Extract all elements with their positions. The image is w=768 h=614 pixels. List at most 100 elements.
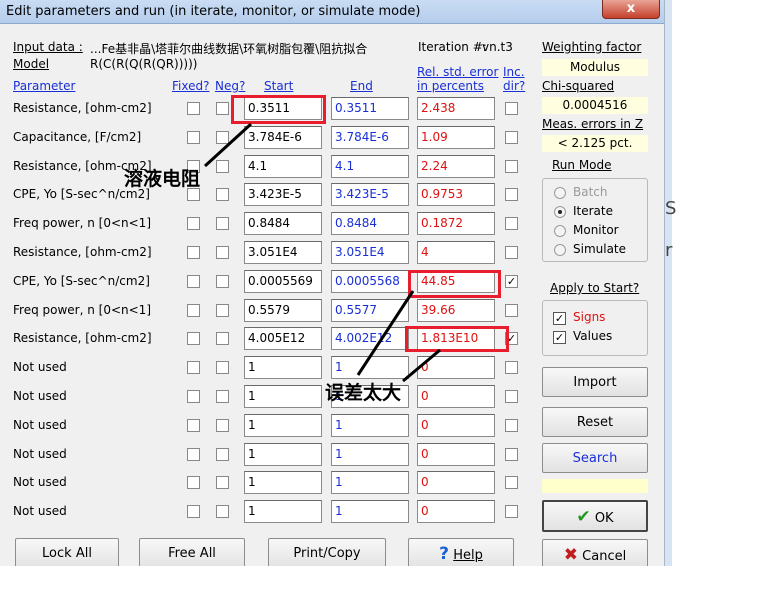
inc-dir-checkbox[interactable] xyxy=(505,217,518,230)
end-value: 3.051E4 xyxy=(331,241,409,264)
inc-dir-checkbox[interactable] xyxy=(505,131,518,144)
start-input[interactable]: 1 xyxy=(244,443,322,466)
cancel-label: Cancel xyxy=(582,549,627,564)
neg-checkbox[interactable] xyxy=(216,102,229,115)
neg-checkbox[interactable] xyxy=(216,275,229,288)
param-name: CPE, Yo [S-sec^n/cm2] xyxy=(13,274,150,288)
neg-checkbox[interactable] xyxy=(216,246,229,259)
param-name: Not used xyxy=(13,447,67,461)
start-input[interactable]: 3.051E4 xyxy=(244,241,322,264)
inc-dir-checkbox[interactable] xyxy=(505,419,518,432)
neg-checkbox[interactable] xyxy=(216,217,229,230)
radio-batch[interactable] xyxy=(554,187,566,199)
neg-checkbox[interactable] xyxy=(216,419,229,432)
param-name: Not used xyxy=(13,389,67,403)
neg-checkbox[interactable] xyxy=(216,160,229,173)
inc-dir-checkbox[interactable] xyxy=(505,361,518,374)
col-fixed[interactable]: Fixed? xyxy=(172,79,209,93)
fixed-checkbox[interactable] xyxy=(187,275,200,288)
radio-iterate-label: Iterate xyxy=(573,204,614,218)
start-input[interactable]: 1 xyxy=(244,356,322,379)
fixed-checkbox[interactable] xyxy=(187,505,200,518)
values-checkbox[interactable]: ✓ xyxy=(553,331,566,344)
inc-dir-checkbox[interactable] xyxy=(505,160,518,173)
weighting-factor-value[interactable]: Modulus xyxy=(542,59,648,76)
reset-button[interactable]: Reset xyxy=(542,407,648,437)
inc-dir-checkbox[interactable] xyxy=(505,390,518,403)
radio-iterate[interactable] xyxy=(554,206,566,218)
start-input[interactable]: 1 xyxy=(244,471,322,494)
neg-checkbox[interactable] xyxy=(216,448,229,461)
fixed-checkbox[interactable] xyxy=(187,131,200,144)
fixed-checkbox[interactable] xyxy=(187,390,200,403)
neg-checkbox[interactable] xyxy=(216,188,229,201)
inc-dir-checkbox[interactable] xyxy=(505,505,518,518)
neg-checkbox[interactable] xyxy=(216,304,229,317)
neg-checkbox[interactable] xyxy=(216,332,229,345)
signs-checkbox[interactable]: ✓ xyxy=(553,312,566,325)
fixed-checkbox[interactable] xyxy=(187,476,200,489)
ok-button[interactable]: ✔ OK xyxy=(542,500,648,532)
neg-checkbox[interactable] xyxy=(216,505,229,518)
col-start: Start xyxy=(264,79,294,93)
chi-squared-label: Chi-squared xyxy=(542,79,615,93)
inc-dir-checkbox[interactable] xyxy=(505,246,518,259)
window-right-border xyxy=(664,0,672,566)
annotation-error-too-large: 误差太大 xyxy=(325,382,402,404)
inc-dir-checkbox[interactable] xyxy=(505,448,518,461)
inc-dir-checkbox[interactable] xyxy=(505,476,518,489)
inc-dir-checkbox[interactable]: ✓ xyxy=(505,275,518,288)
inc-dir-checkbox[interactable] xyxy=(505,188,518,201)
start-input[interactable]: 0.5579 xyxy=(244,299,322,322)
import-button[interactable]: Import xyxy=(542,367,648,397)
start-input[interactable]: 1 xyxy=(244,414,322,437)
rel-error-value: 0.9753 xyxy=(417,183,495,206)
rel-error-value: 2.438 xyxy=(417,97,495,120)
end-value: 0.5577 xyxy=(331,299,409,322)
start-input[interactable]: 1 xyxy=(244,500,322,523)
close-button[interactable]: x xyxy=(602,0,660,19)
rel-error-value: 0 xyxy=(417,414,495,437)
radio-simulate[interactable] xyxy=(554,244,566,256)
neg-checkbox[interactable] xyxy=(216,476,229,489)
radio-monitor[interactable] xyxy=(554,225,566,237)
fixed-checkbox[interactable] xyxy=(187,332,200,345)
fixed-checkbox[interactable] xyxy=(187,419,200,432)
radio-batch-label: Batch xyxy=(573,185,608,199)
apply-group xyxy=(542,300,648,356)
rel-error-value: 0 xyxy=(417,500,495,523)
end-value: 3.784E-6 xyxy=(331,126,409,149)
neg-checkbox[interactable] xyxy=(216,361,229,374)
model-label: Model xyxy=(13,57,50,71)
fixed-checkbox[interactable] xyxy=(187,448,200,461)
col-inc-1: Inc. xyxy=(503,65,525,79)
end-value: 1 xyxy=(331,356,409,379)
fixed-checkbox[interactable] xyxy=(187,304,200,317)
neg-checkbox[interactable] xyxy=(216,131,229,144)
col-neg[interactable]: Neg? xyxy=(215,79,245,93)
start-input[interactable]: 3.784E-6 xyxy=(244,126,322,149)
inc-dir-checkbox[interactable] xyxy=(505,102,518,115)
start-input[interactable]: 1 xyxy=(244,385,322,408)
end-value: 4.002E12 xyxy=(331,327,409,350)
start-input[interactable]: 3.423E-5 xyxy=(244,183,322,206)
behind-window-text-r: r xyxy=(665,240,673,261)
inc-dir-checkbox[interactable] xyxy=(505,304,518,317)
cancel-button[interactable]: ✖ Cancel xyxy=(542,539,648,569)
fixed-checkbox[interactable] xyxy=(187,217,200,230)
meas-errors-value: < 2.125 pct. xyxy=(542,135,648,152)
fixed-checkbox[interactable] xyxy=(187,246,200,259)
help-question-icon: ? xyxy=(439,544,450,564)
start-input[interactable]: 0.0005569 xyxy=(244,270,322,293)
fixed-checkbox[interactable] xyxy=(187,361,200,374)
col-inc-2: dir? xyxy=(503,79,526,93)
start-input[interactable]: 4.005E12 xyxy=(244,327,322,350)
signs-label: Signs xyxy=(573,310,606,324)
start-input[interactable]: 4.1 xyxy=(244,155,322,178)
end-value: 0.3511 xyxy=(331,97,409,120)
search-button[interactable]: Search xyxy=(542,443,648,473)
fixed-checkbox[interactable] xyxy=(187,102,200,115)
neg-checkbox[interactable] xyxy=(216,390,229,403)
chi-squared-value: 0.0004516 xyxy=(542,97,648,114)
start-input[interactable]: 0.8484 xyxy=(244,212,322,235)
